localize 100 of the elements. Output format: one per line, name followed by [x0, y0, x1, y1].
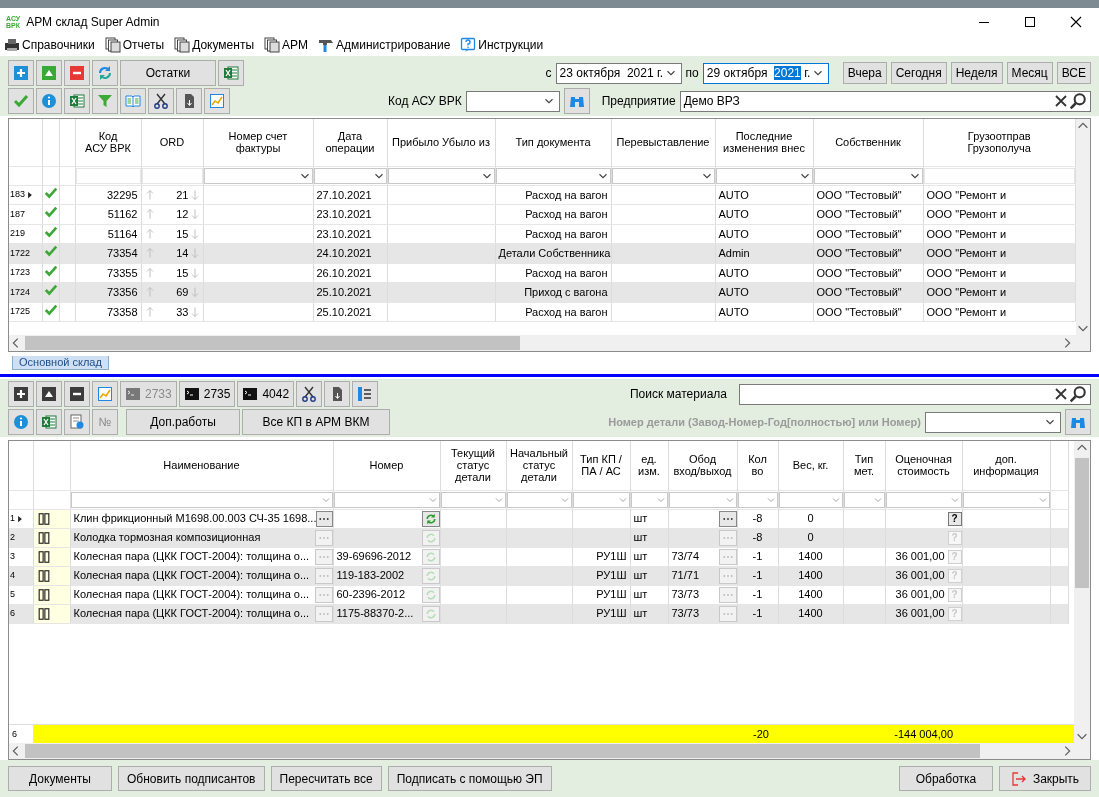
scrollbar-thumb[interactable] — [25, 744, 980, 758]
column-header[interactable]: Оценочная стоимость — [885, 441, 962, 490]
chart-button[interactable] — [92, 381, 118, 407]
column-header[interactable]: Тип документа — [495, 119, 611, 166]
find-button[interactable] — [1065, 409, 1091, 435]
help-button[interactable]: ? — [947, 511, 961, 526]
footer-button[interactable]: Подписать с помощью ЭП — [387, 766, 552, 791]
info-button[interactable] — [36, 88, 62, 114]
report-button[interactable] — [64, 409, 90, 435]
filter-field[interactable] — [630, 491, 667, 508]
scissors-button[interactable] — [148, 88, 174, 114]
menu-item[interactable]: Документы — [174, 36, 255, 54]
scrollbar-thumb[interactable] — [1075, 458, 1089, 588]
filter-field[interactable] — [313, 167, 386, 184]
date-field[interactable]: 29 октября 2021 г. — [702, 62, 829, 84]
filter-field[interactable] — [572, 491, 629, 508]
refresh-button[interactable] — [421, 548, 439, 565]
filter-field[interactable] — [333, 491, 439, 508]
refresh-button[interactable] — [421, 605, 439, 622]
filter-field[interactable] — [737, 491, 777, 508]
enterprise-field[interactable]: Демо ВРЗ — [679, 90, 1091, 112]
search-field[interactable] — [739, 383, 1091, 405]
filter-field[interactable] — [70, 491, 332, 508]
filter-field[interactable] — [611, 167, 714, 184]
refresh-button[interactable] — [421, 586, 439, 603]
menu-item[interactable]: Инструкции — [460, 36, 544, 54]
column-header[interactable]: доп. информация — [962, 441, 1050, 490]
filter-field[interactable] — [387, 167, 494, 184]
more-button[interactable] — [316, 510, 332, 527]
export-button[interactable] — [218, 60, 244, 86]
close-window-button[interactable]: Закрыть — [999, 766, 1091, 791]
column-header[interactable]: Текущий статус детали — [440, 441, 506, 490]
filter-field[interactable] — [440, 491, 505, 508]
scrollbar-thumb[interactable] — [25, 336, 520, 350]
column-header[interactable]: Последние изменения внес — [715, 119, 813, 166]
column-header[interactable]: Начальный статус детали — [506, 441, 572, 490]
refresh-button[interactable] — [421, 567, 439, 584]
chart-button[interactable] — [204, 88, 230, 114]
filter-field[interactable] — [843, 491, 884, 508]
column-header[interactable]: Обод вход/выход — [668, 441, 737, 490]
column-header[interactable]: Вес, кг. — [778, 441, 843, 490]
action-button[interactable]: Доп.работы — [126, 409, 240, 435]
menu-item[interactable]: АРМ — [264, 36, 308, 54]
remove-button[interactable] — [64, 381, 90, 407]
refresh-button[interactable] — [421, 529, 439, 546]
footer-button[interactable]: Обработка — [899, 766, 993, 791]
column-header[interactable]: Тип мет. — [843, 441, 885, 490]
period-button[interactable]: Сегодня — [890, 62, 947, 84]
export-button[interactable] — [36, 409, 62, 435]
horizontal-scrollbar[interactable] — [9, 335, 1090, 351]
date-field[interactable]: 23 октября 2021 г. — [555, 62, 682, 84]
column-header[interactable]: ед. изм. — [630, 441, 668, 490]
column-header[interactable]: Собственник — [813, 119, 923, 166]
horizontal-scrollbar[interactable] — [9, 743, 1090, 759]
refresh-button[interactable] — [421, 510, 439, 527]
filter-button[interactable] — [92, 88, 118, 114]
footer-button[interactable]: Документы — [8, 766, 112, 791]
scissors-button[interactable] — [296, 381, 323, 407]
column-header[interactable]: Прибыло Убыло из — [387, 119, 495, 166]
filter-field[interactable] — [813, 167, 922, 184]
column-header[interactable]: Грузоотправ Грузополуча — [923, 119, 1076, 166]
action-button[interactable]: Все КП в АРМ ВКМ — [242, 409, 390, 435]
remains-button[interactable]: Остатки — [120, 60, 216, 86]
add-button[interactable] — [8, 381, 34, 407]
download-button[interactable] — [176, 88, 202, 114]
find-button[interactable] — [563, 88, 590, 114]
more-button[interactable] — [718, 510, 736, 527]
counter-button[interactable]: 4042 — [237, 381, 295, 407]
filter-field[interactable] — [778, 491, 842, 508]
menu-item[interactable]: Справочники — [4, 36, 95, 54]
column-header[interactable]: ORD — [141, 119, 203, 166]
column-header[interactable]: Дата операции — [313, 119, 387, 166]
tab[interactable]: Основной склад — [12, 356, 109, 370]
code-dropdown[interactable] — [465, 90, 560, 112]
period-button[interactable]: Месяц — [1006, 62, 1053, 84]
period-button[interactable]: Неделя — [950, 62, 1003, 84]
list-button[interactable] — [352, 381, 379, 407]
download-button[interactable] — [324, 381, 351, 407]
confirm-button[interactable] — [8, 88, 34, 114]
filter-field[interactable] — [495, 167, 610, 184]
filter-field[interactable] — [668, 491, 736, 508]
column-header[interactable]: Наименование — [70, 441, 333, 490]
refresh-button[interactable] — [92, 60, 118, 86]
counter-button[interactable]: 2735 — [178, 381, 236, 407]
filter-field[interactable] — [506, 491, 571, 508]
filter-field[interactable] — [962, 491, 1049, 508]
column-header[interactable]: Тип КП / ПА / АС — [572, 441, 630, 490]
column-header[interactable]: Кол во — [737, 441, 778, 490]
column-header[interactable]: Перевыставление — [611, 119, 715, 166]
move-up-button[interactable] — [36, 381, 62, 407]
column-header[interactable]: Код АСУ ВРК — [75, 119, 141, 166]
column-header[interactable]: Номер счет фактуры — [203, 119, 313, 166]
menu-item[interactable]: Администрирование — [317, 36, 451, 54]
filter-field[interactable] — [203, 167, 312, 184]
menu-item[interactable]: Отчеты — [104, 36, 165, 54]
filter-field[interactable] — [715, 167, 812, 184]
column-header[interactable]: Номер — [333, 441, 440, 490]
part-number-dropdown[interactable] — [925, 411, 1061, 433]
footer-button[interactable]: Пересчитать все — [270, 766, 382, 791]
footer-button[interactable]: Обновить подписантов — [118, 766, 265, 791]
